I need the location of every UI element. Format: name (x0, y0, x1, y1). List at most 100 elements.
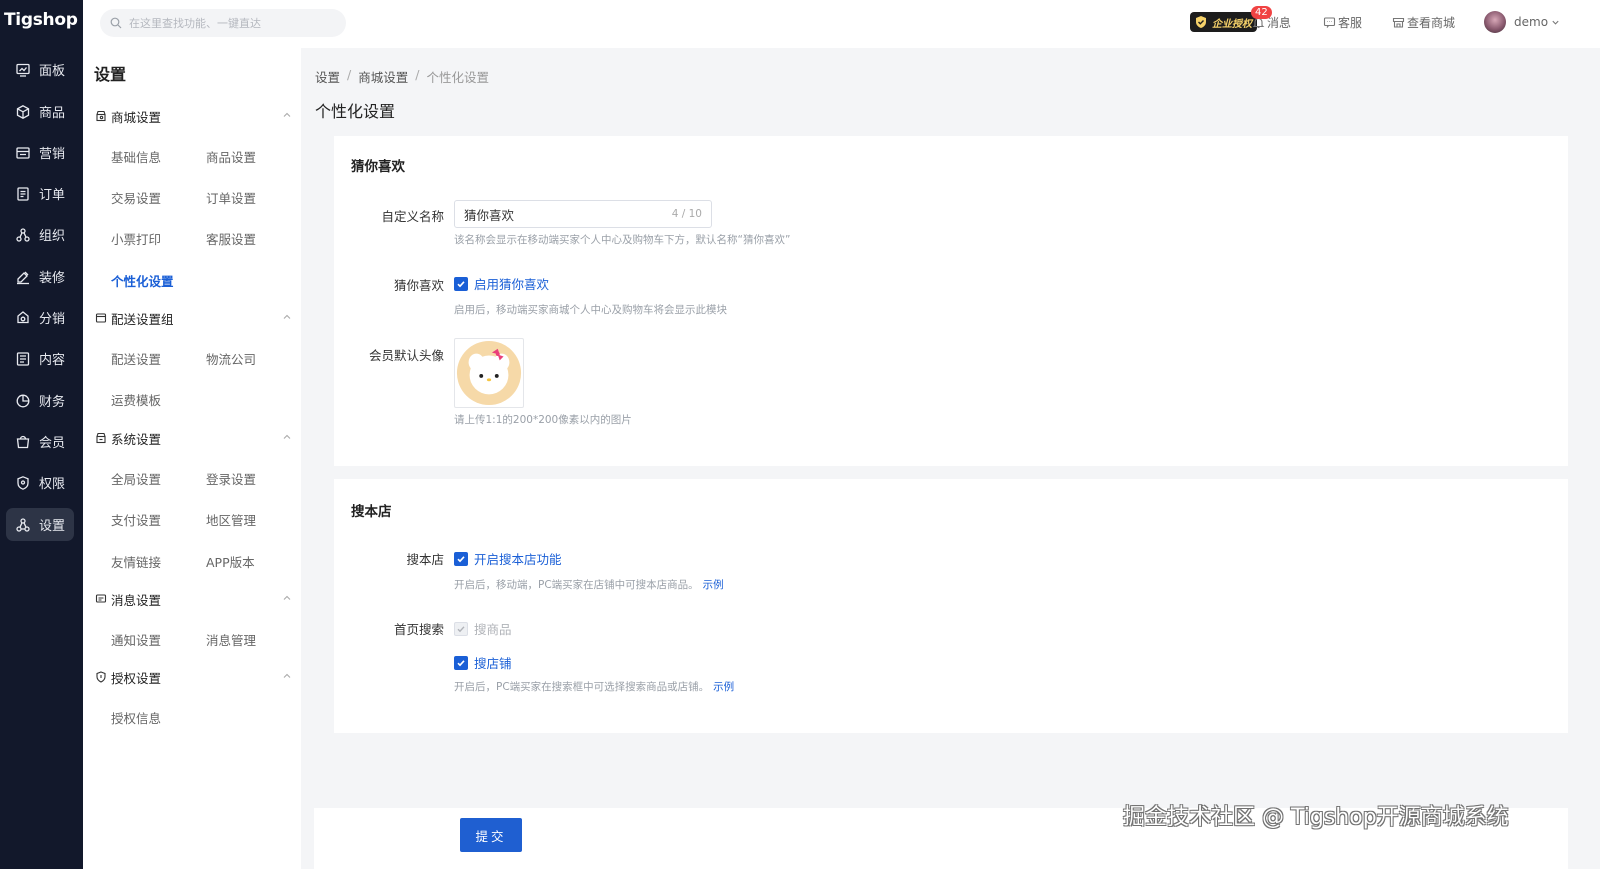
breadcrumb-item[interactable]: 商城设置 (358, 67, 408, 86)
custom-name-field[interactable]: 4 / 10 (454, 200, 712, 228)
checkbox-disabled-icon[interactable] (454, 621, 468, 636)
subnav-item-trade-settings[interactable]: 交易设置 (111, 188, 161, 207)
subnav-item-global-settings[interactable]: 全局设置 (111, 469, 161, 488)
subnav-item-logistics[interactable]: 物流公司 (206, 349, 256, 368)
nav-item-label: 订单 (39, 188, 66, 203)
marketing-icon (15, 145, 31, 161)
card-title: 猜你喜欢 (351, 159, 405, 175)
enable-search-store-checkbox[interactable]: 开启搜本店功能 (454, 549, 562, 568)
nav-item-label: 营销 (39, 147, 66, 162)
shield-icon (96, 671, 106, 683)
delivery-icon (95, 313, 107, 323)
example-link[interactable]: 示例 (703, 579, 724, 591)
chevron-down-icon (1552, 20, 1559, 25)
app-logo[interactable]: Tigshop (4, 10, 78, 30)
chevron-up-icon[interactable] (282, 110, 292, 120)
group-label: 配送设置组 (111, 311, 174, 327)
subnav-item-notification-settings[interactable]: 通知设置 (111, 630, 161, 649)
search-shops-checkbox[interactable]: 搜店铺 (454, 653, 512, 672)
subnav-item-message-management[interactable]: 消息管理 (206, 630, 256, 649)
group-system-settings[interactable]: 系统设置 (95, 428, 295, 448)
search-goods-checkbox[interactable]: 搜商品 (454, 619, 512, 638)
home-search-hint: 开启后，PC端买家在搜索框中可选择搜索商品或店铺。 示例 (454, 679, 734, 694)
chevron-up-icon[interactable] (282, 593, 292, 603)
custom-name-hint: 该名称会显示在移动端买家个人中心及购物车下方，默认名称“猜你喜欢” (454, 234, 791, 246)
custom-name-label: 自定义名称 (381, 209, 444, 224)
chevron-up-icon[interactable] (282, 432, 292, 442)
custom-name-input[interactable] (464, 206, 664, 222)
box-icon (15, 104, 31, 120)
nav-item-decoration[interactable]: 装修 (6, 260, 74, 293)
card-search-store: 搜本店 搜本店 开启搜本店功能 开启后，移动端，PC端买家在店铺中可搜本店商品。… (334, 479, 1568, 733)
top-bar: 企业授权 消息 42 客服 查看商城 demo (83, 0, 1600, 48)
subnav-item-basic-info[interactable]: 基础信息 (111, 147, 161, 166)
decoration-icon (15, 269, 31, 285)
nav-item-marketing[interactable]: 营销 (6, 136, 74, 169)
group-license-settings[interactable]: 授权设置 (95, 667, 295, 687)
nav-item-orders[interactable]: 订单 (6, 177, 74, 210)
nav-item-organization[interactable]: 组织 (6, 218, 74, 251)
view-store-link[interactable]: 查看商城 (1392, 0, 1455, 44)
guess-hint: 启用后，移动端买家商城个人中心及购物车将会显示此模块 (454, 304, 727, 316)
group-delivery-settings[interactable]: 配送设置组 (95, 308, 295, 328)
subnav-item-payment-settings[interactable]: 支付设置 (111, 510, 161, 529)
nav-item-label: 组织 (39, 229, 66, 244)
subnav-item-app-version[interactable]: APP版本 (206, 552, 255, 571)
enable-guess-checkbox[interactable]: 启用猜你喜欢 (454, 274, 549, 293)
guess-label: 猜你喜欢 (393, 278, 444, 293)
chevron-up-icon[interactable] (282, 312, 292, 322)
checkbox-checked-icon[interactable] (454, 276, 468, 291)
customer-service-link[interactable]: 客服 (1323, 0, 1362, 44)
checkbox-label: 搜商品 (474, 622, 512, 637)
group-mall-settings[interactable]: 商城设置 (95, 106, 295, 126)
subnav-item-freight-template[interactable]: 运费模板 (111, 390, 161, 409)
subnav-item-goods-settings[interactable]: 商品设置 (206, 147, 256, 166)
submit-button[interactable]: 提交 (460, 818, 522, 852)
nav-item-content[interactable]: 内容 (6, 342, 74, 375)
subnav-item-service-settings[interactable]: 客服设置 (206, 229, 256, 248)
checkbox-checked-icon[interactable] (454, 655, 468, 670)
group-message-settings[interactable]: 消息设置 (95, 589, 295, 609)
nav-item-label: 分销 (39, 312, 66, 327)
nav-item-distribution[interactable]: 分销 (6, 301, 74, 334)
default-avatar-image (456, 340, 522, 406)
subnav-item-region-management[interactable]: 地区管理 (206, 510, 256, 529)
permission-icon (15, 475, 31, 491)
breadcrumb-item[interactable]: 设置 (315, 67, 340, 86)
subnav-item-license-info[interactable]: 授权信息 (111, 708, 161, 727)
nav-item-finance[interactable]: 财务 (6, 384, 74, 417)
nav-item-members[interactable]: 会员 (6, 425, 74, 458)
nav-item-label: 权限 (39, 477, 66, 492)
default-avatar-upload[interactable] (454, 338, 524, 408)
search-input[interactable] (129, 16, 329, 30)
nav-item-dashboard[interactable]: 面板 (6, 53, 74, 86)
user-menu[interactable]: demo (1484, 0, 1562, 44)
dashboard-icon (15, 62, 31, 78)
subnav-item-delivery-settings[interactable]: 配送设置 (111, 349, 161, 368)
nav-item-settings[interactable]: 设置 (6, 508, 74, 541)
enterprise-license-badge[interactable]: 企业授权 (1190, 12, 1257, 32)
hint-text: 开启后，移动端，PC端买家在店铺中可搜本店商品。 (454, 579, 699, 591)
breadcrumb-separator: / (415, 67, 420, 82)
nav-item-label: 财务 (39, 395, 66, 410)
nav-item-permission[interactable]: 权限 (6, 466, 74, 499)
nav-item-label: 商品 (39, 106, 66, 121)
char-count: 4 / 10 (671, 208, 702, 220)
subnav-item-receipt-print[interactable]: 小票打印 (111, 229, 161, 248)
example-link[interactable]: 示例 (713, 681, 734, 693)
subnav-item-login-settings[interactable]: 登录设置 (206, 469, 256, 488)
checkbox-checked-icon[interactable] (454, 551, 468, 566)
subnav-item-order-settings[interactable]: 订单设置 (206, 188, 256, 207)
nav-item-goods[interactable]: 商品 (6, 95, 74, 128)
global-search[interactable] (100, 9, 346, 37)
card-guess-you-like: 猜你喜欢 自定义名称 4 / 10 该名称会显示在移动端买家个人中心及购物车下方… (334, 136, 1568, 466)
nav-item-label: 设置 (39, 519, 66, 534)
content-icon (15, 351, 31, 367)
chat-icon (1323, 16, 1336, 28)
avatar-label: 会员默认头像 (368, 348, 444, 363)
subnav-item-personalization[interactable]: 个性化设置 (111, 271, 174, 290)
card-title: 搜本店 (351, 504, 392, 520)
license-badge-label: 企业授权 (1212, 18, 1252, 30)
chevron-up-icon[interactable] (282, 671, 292, 681)
subnav-item-friend-links[interactable]: 友情链接 (111, 552, 161, 571)
